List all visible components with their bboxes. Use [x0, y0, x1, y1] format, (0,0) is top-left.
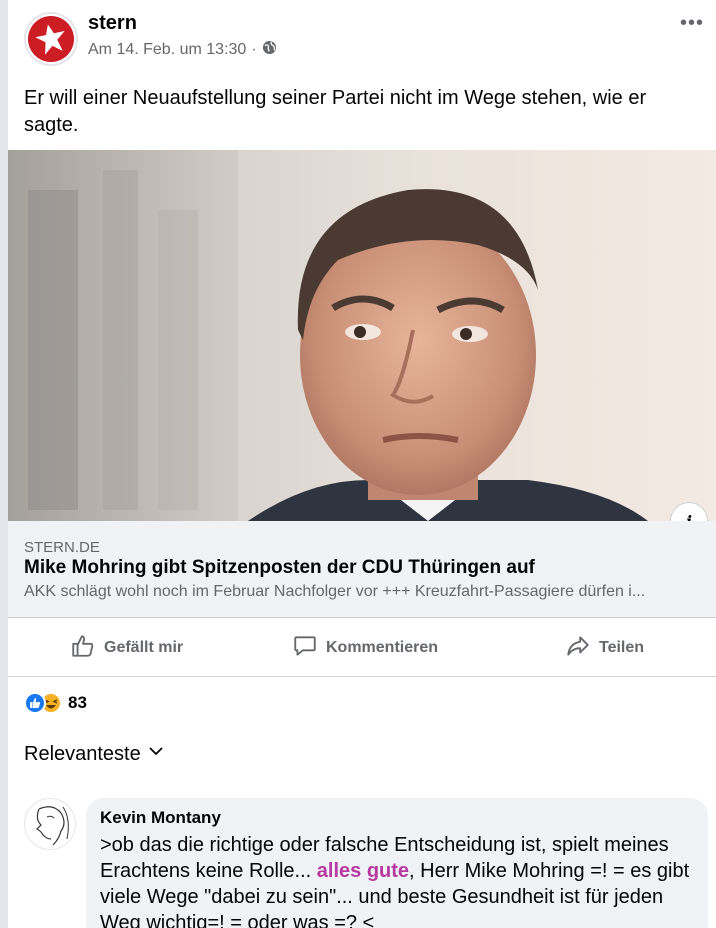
page-name[interactable]: stern: [88, 12, 137, 35]
share-icon: [565, 633, 591, 664]
comment-sort-dropdown[interactable]: Relevanteste: [24, 742, 165, 766]
link-domain: STERN.DE: [24, 539, 100, 556]
link-title[interactable]: Mike Mohring gibt Spitzenposten der CDU …: [24, 557, 535, 579]
comment-bubble: Kevin Montany >ob das die richtige oder …: [86, 798, 708, 928]
divider: [8, 617, 716, 618]
link-preview[interactable]: STERN.DE Mike Mohring gibt Spitzenposten…: [8, 521, 716, 617]
thumbs-up-icon: [70, 633, 96, 664]
globe-icon: [262, 40, 277, 60]
chevron-down-icon: [147, 742, 165, 766]
comment-label: Kommentieren: [326, 639, 439, 656]
share-button[interactable]: Teilen: [565, 633, 644, 663]
reaction-count: 83: [68, 693, 87, 712]
divider: [8, 676, 716, 677]
meta-separator: ·: [251, 41, 257, 58]
page-avatar[interactable]: [24, 12, 78, 66]
sketch-face-icon: [35, 806, 69, 846]
reactions-summary[interactable]: 83: [24, 692, 87, 714]
comment-highlight: alles gute: [316, 860, 410, 882]
post-timestamp[interactable]: Am 14. Feb. um 13:30: [88, 41, 246, 59]
like-reaction-icon: [24, 692, 46, 714]
sort-label: Relevanteste: [24, 742, 141, 765]
post-meta: Am 14. Feb. um 13:30 ·: [88, 40, 277, 60]
comment-text: >ob das die richtige oder falsche Entsch…: [100, 832, 694, 928]
comment-author[interactable]: Kevin Montany: [100, 808, 694, 828]
like-label: Gefällt mir: [104, 639, 184, 656]
like-button[interactable]: Gefällt mir: [70, 633, 183, 663]
comment-icon: [292, 633, 318, 664]
article-image[interactable]: [8, 150, 716, 521]
share-label: Teilen: [599, 639, 645, 656]
article-photo: [8, 150, 648, 521]
more-options-button[interactable]: •••: [680, 12, 704, 35]
post-header: stern Am 14. Feb. um 13:30 · •••: [24, 12, 708, 72]
post-text: Er will einer Neuaufstellung seiner Part…: [24, 87, 647, 136]
comment-button[interactable]: Kommentieren: [292, 633, 438, 663]
left-gutter: [0, 0, 8, 928]
commenter-avatar[interactable]: [24, 798, 76, 850]
stern-logo-icon: [28, 16, 74, 62]
link-description: AKK schlägt wohl noch im Februar Nachfol…: [24, 583, 646, 600]
